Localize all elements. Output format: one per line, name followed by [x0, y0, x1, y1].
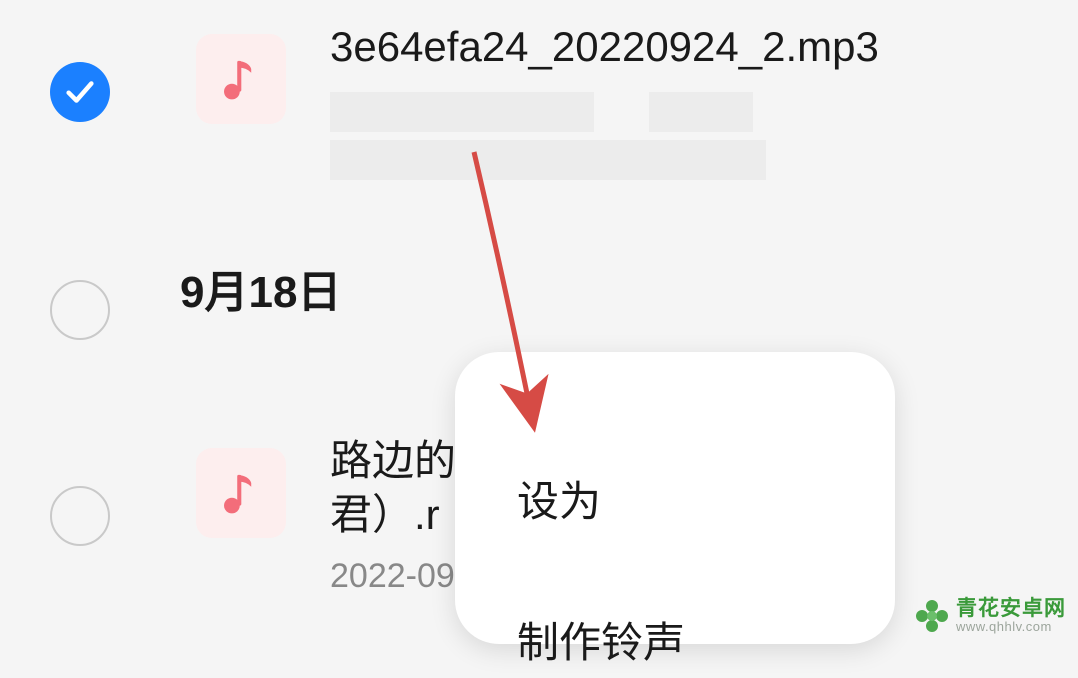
watermark-name: 青花安卓网: [956, 598, 1066, 620]
file-info: 3e64efa24_20220924_2.mp3: [330, 20, 1078, 180]
context-menu: 设为 制作铃声: [455, 352, 895, 644]
watermark-url: www.qhhlv.com: [956, 620, 1066, 634]
date-header-row[interactable]: 9月18日: [0, 236, 1078, 340]
date-label: 9月18日: [180, 256, 341, 320]
file-item[interactable]: 3e64efa24_20220924_2.mp3: [0, 0, 1078, 180]
watermark-logo-icon: [912, 596, 952, 636]
checkmark-icon: [50, 62, 110, 122]
checkbox-unchecked[interactable]: [50, 486, 110, 546]
checkbox-unchecked[interactable]: [50, 280, 110, 340]
music-file-icon: [196, 34, 286, 124]
menu-item-set-as[interactable]: 设为: [517, 460, 833, 537]
checkbox-checked[interactable]: [50, 62, 110, 122]
file-name: 3e64efa24_20220924_2.mp3: [330, 20, 1040, 74]
meta-redacted: [330, 140, 1078, 180]
meta-redacted: [330, 92, 1078, 132]
watermark: 青花安卓网 www.qhhlv.com: [912, 596, 1066, 636]
menu-item-make-ringtone[interactable]: 制作铃声: [517, 601, 833, 678]
music-file-icon: [196, 448, 286, 538]
